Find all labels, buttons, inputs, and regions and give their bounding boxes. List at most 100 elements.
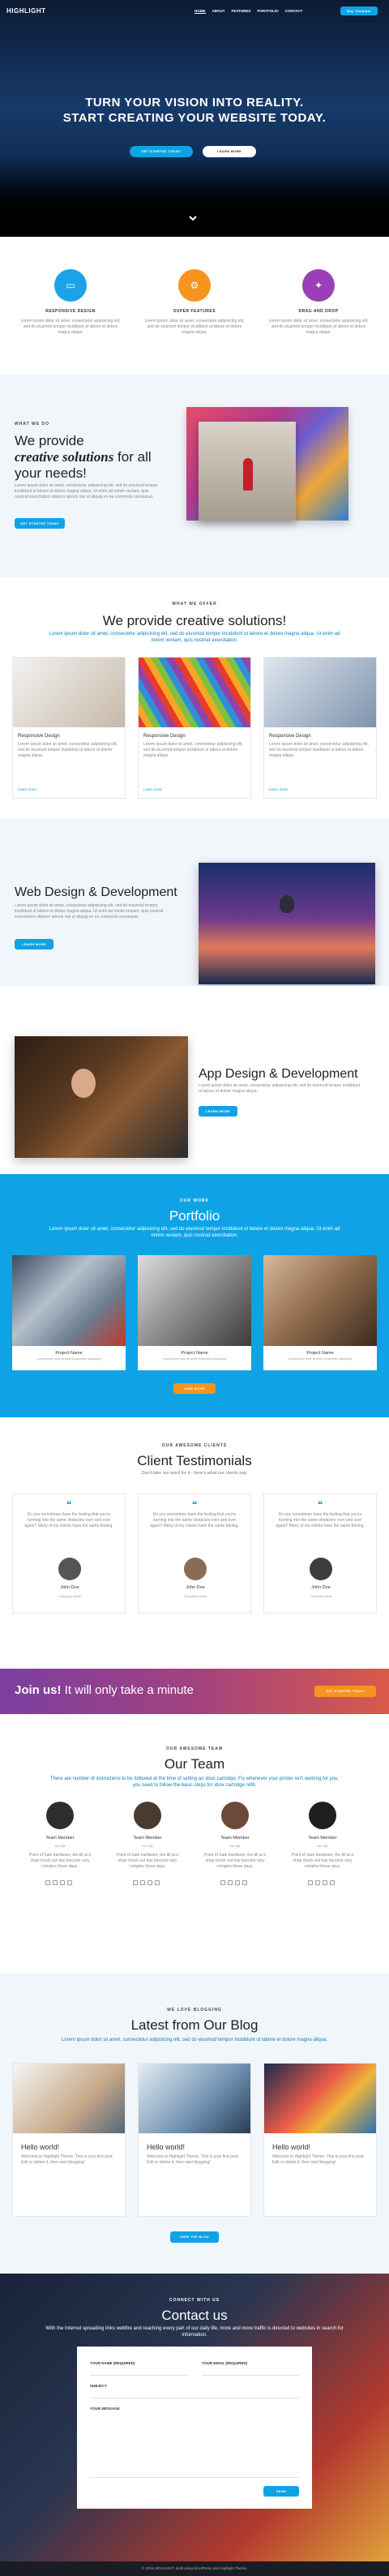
post-text: Welcome to Highlight Theme. This is your… bbox=[147, 2154, 239, 2165]
buy-template-button[interactable]: Buy Template bbox=[340, 6, 378, 15]
nav-link-portfolio[interactable]: PORTFOLIO bbox=[257, 9, 278, 14]
post-text: Welcome to Highlight Theme. This is your… bbox=[21, 2154, 113, 2165]
name-field[interactable] bbox=[90, 2368, 187, 2376]
google-plus-icon[interactable] bbox=[155, 1880, 160, 1885]
twitter-icon[interactable] bbox=[53, 1880, 58, 1885]
member-name: Team Member bbox=[308, 1836, 337, 1841]
nav-link-about[interactable]: ABOUT bbox=[212, 9, 225, 14]
avatar bbox=[184, 1558, 207, 1580]
quote-icon: ❝ bbox=[66, 1499, 72, 1511]
email-field[interactable] bbox=[202, 2368, 299, 2376]
card-link[interactable]: Learn more bbox=[269, 787, 288, 791]
hero-get-started-button[interactable]: Get Started Today! bbox=[130, 146, 193, 157]
linkedin-icon[interactable] bbox=[147, 1880, 152, 1885]
quote-icon: ❝ bbox=[317, 1499, 323, 1511]
section-title: Latest from Our Blog bbox=[130, 2017, 259, 2033]
portfolio-item[interactable]: Project Name Lorem ipsum dolor sit amet … bbox=[138, 1255, 251, 1370]
feature-text: Lorem ipsum dolor sit amet, consectetur … bbox=[268, 319, 369, 335]
feature-item: ▭ RESPONSIVE DESIGN Lorem ipsum dolor si… bbox=[18, 269, 123, 336]
google-plus-icon[interactable] bbox=[67, 1880, 72, 1885]
post-title: Hello world! bbox=[272, 2143, 311, 2151]
avatar bbox=[58, 1558, 81, 1580]
portfolio-item[interactable]: Project Name Lorem ipsum dolor sit amet … bbox=[263, 1255, 377, 1370]
join-get-started-button[interactable]: Get Started Today bbox=[314, 1686, 376, 1697]
brand-logo[interactable]: HIGHLIGHT bbox=[6, 7, 46, 15]
hero-headline-2: START CREATING YOUR WEBSITE TODAY. bbox=[62, 111, 327, 125]
portfolio-item[interactable]: Project Name Lorem ipsum dolor sit amet … bbox=[12, 1255, 126, 1370]
card-image bbox=[264, 658, 376, 727]
subject-field[interactable] bbox=[90, 2390, 299, 2398]
hero-learn-more-button[interactable]: Learn More bbox=[203, 146, 256, 157]
card-text: Lorem ipsum dolor sit amet, consectetur … bbox=[269, 742, 369, 758]
nav-link-contact[interactable]: CONTACT bbox=[285, 9, 303, 14]
member-bio: Point of Sale hardware, the till at a sh… bbox=[116, 1853, 179, 1869]
message-field[interactable] bbox=[90, 2413, 299, 2478]
avatar bbox=[310, 1558, 332, 1580]
social-icons bbox=[201, 1875, 269, 1889]
nav-link-home[interactable]: HOME bbox=[194, 9, 206, 14]
learn-more-button[interactable]: Learn More bbox=[199, 1106, 237, 1117]
post-title: Hello world! bbox=[147, 2143, 186, 2151]
section-text: Lorem ipsum dolor sit amet, consectetur … bbox=[199, 1083, 360, 1094]
feature-item: ✦ DRAG AND DROP Lorem ipsum dolor sit am… bbox=[266, 269, 371, 336]
facebook-icon[interactable] bbox=[220, 1880, 225, 1885]
blog-post[interactable]: Hello world! Welcome to Highlight Theme.… bbox=[138, 2063, 251, 2217]
balloon-image bbox=[199, 863, 375, 984]
client-company: Company name bbox=[183, 1594, 207, 1598]
section-title: Our Team bbox=[164, 1756, 225, 1772]
avatar bbox=[309, 1802, 336, 1829]
view-more-button[interactable]: View More bbox=[173, 1383, 216, 1394]
google-plus-icon[interactable] bbox=[330, 1880, 335, 1885]
blog-post[interactable]: Hello world! Welcome to Highlight Theme.… bbox=[263, 2063, 377, 2217]
card-image bbox=[13, 658, 125, 727]
testimonial-card: ❝ Do you sometimes have the feeling that… bbox=[263, 1494, 377, 1614]
features-section: ▭ RESPONSIVE DESIGN Lorem ipsum dolor si… bbox=[0, 237, 389, 375]
section-text: With the Internet spreading links webfir… bbox=[45, 2326, 344, 2338]
scroll-down-icon[interactable] bbox=[188, 212, 198, 222]
name-label: YOUR NAME (REQUIRED) bbox=[90, 2361, 135, 2365]
view-blog-button[interactable]: View the Blog bbox=[170, 2231, 219, 2243]
client-company: Company name bbox=[309, 1594, 333, 1598]
client-name: John Doe bbox=[60, 1585, 79, 1590]
twitter-icon[interactable] bbox=[228, 1880, 233, 1885]
testimonial-quote: Do you sometimes have the feeling that y… bbox=[24, 1512, 113, 1528]
learn-more-button[interactable]: Learn More bbox=[15, 939, 53, 949]
post-image bbox=[139, 2064, 250, 2133]
testimonial-card: ❝ Do you sometimes have the feeling that… bbox=[138, 1494, 251, 1614]
get-started-button[interactable]: Get Started Today bbox=[15, 518, 65, 529]
card-text: Lorem ipsum dolor sit amet, consectetur … bbox=[143, 742, 243, 758]
twitter-icon[interactable] bbox=[140, 1880, 145, 1885]
feature-title: DRAG AND DROP bbox=[298, 309, 339, 314]
linkedin-icon[interactable] bbox=[235, 1880, 240, 1885]
section-title: We provide creative solutions for all yo… bbox=[15, 433, 152, 482]
facebook-icon[interactable] bbox=[133, 1880, 138, 1885]
quote-icon: ❝ bbox=[191, 1499, 198, 1511]
facebook-icon[interactable] bbox=[45, 1880, 50, 1885]
portfolio-image bbox=[263, 1255, 377, 1346]
card-link[interactable]: Learn more bbox=[18, 787, 36, 791]
nav-link-features[interactable]: FEATURES bbox=[232, 9, 251, 14]
post-title: Hello world! bbox=[21, 2143, 60, 2151]
portfolio-image bbox=[138, 1255, 251, 1346]
app-design-section: App Design & Development Lorem ipsum dol… bbox=[0, 986, 389, 1174]
twitter-icon[interactable] bbox=[315, 1880, 320, 1885]
blog-post[interactable]: Hello world! Welcome to Highlight Theme.… bbox=[12, 2063, 126, 2217]
card-link[interactable]: Learn more bbox=[143, 787, 162, 791]
service-card: Responsive Design Lorem ipsum dolor sit … bbox=[12, 657, 126, 799]
section-title: Portfolio bbox=[169, 1208, 220, 1224]
member-role: Job title bbox=[229, 1844, 241, 1848]
section-text: Lorem ipsum dolor sit amet, consectetur … bbox=[61, 2038, 328, 2042]
client-name: John Doe bbox=[311, 1585, 331, 1590]
linkedin-icon[interactable] bbox=[323, 1880, 327, 1885]
google-plus-icon[interactable] bbox=[242, 1880, 247, 1885]
testimonial-card: ❝ Do you sometimes have the feeling that… bbox=[12, 1494, 126, 1614]
card-title: Responsive Design bbox=[269, 734, 311, 739]
linkedin-icon[interactable] bbox=[60, 1880, 65, 1885]
send-button[interactable]: Send bbox=[263, 2486, 299, 2497]
member-role: Job title bbox=[317, 1844, 328, 1848]
join-text-rest: It will only take a minute bbox=[61, 1683, 194, 1697]
section-title: Contact us bbox=[161, 2308, 228, 2323]
section-text: There are number of instructions to be f… bbox=[50, 1777, 339, 1788]
member-name: Team Member bbox=[133, 1836, 162, 1841]
facebook-icon[interactable] bbox=[308, 1880, 313, 1885]
